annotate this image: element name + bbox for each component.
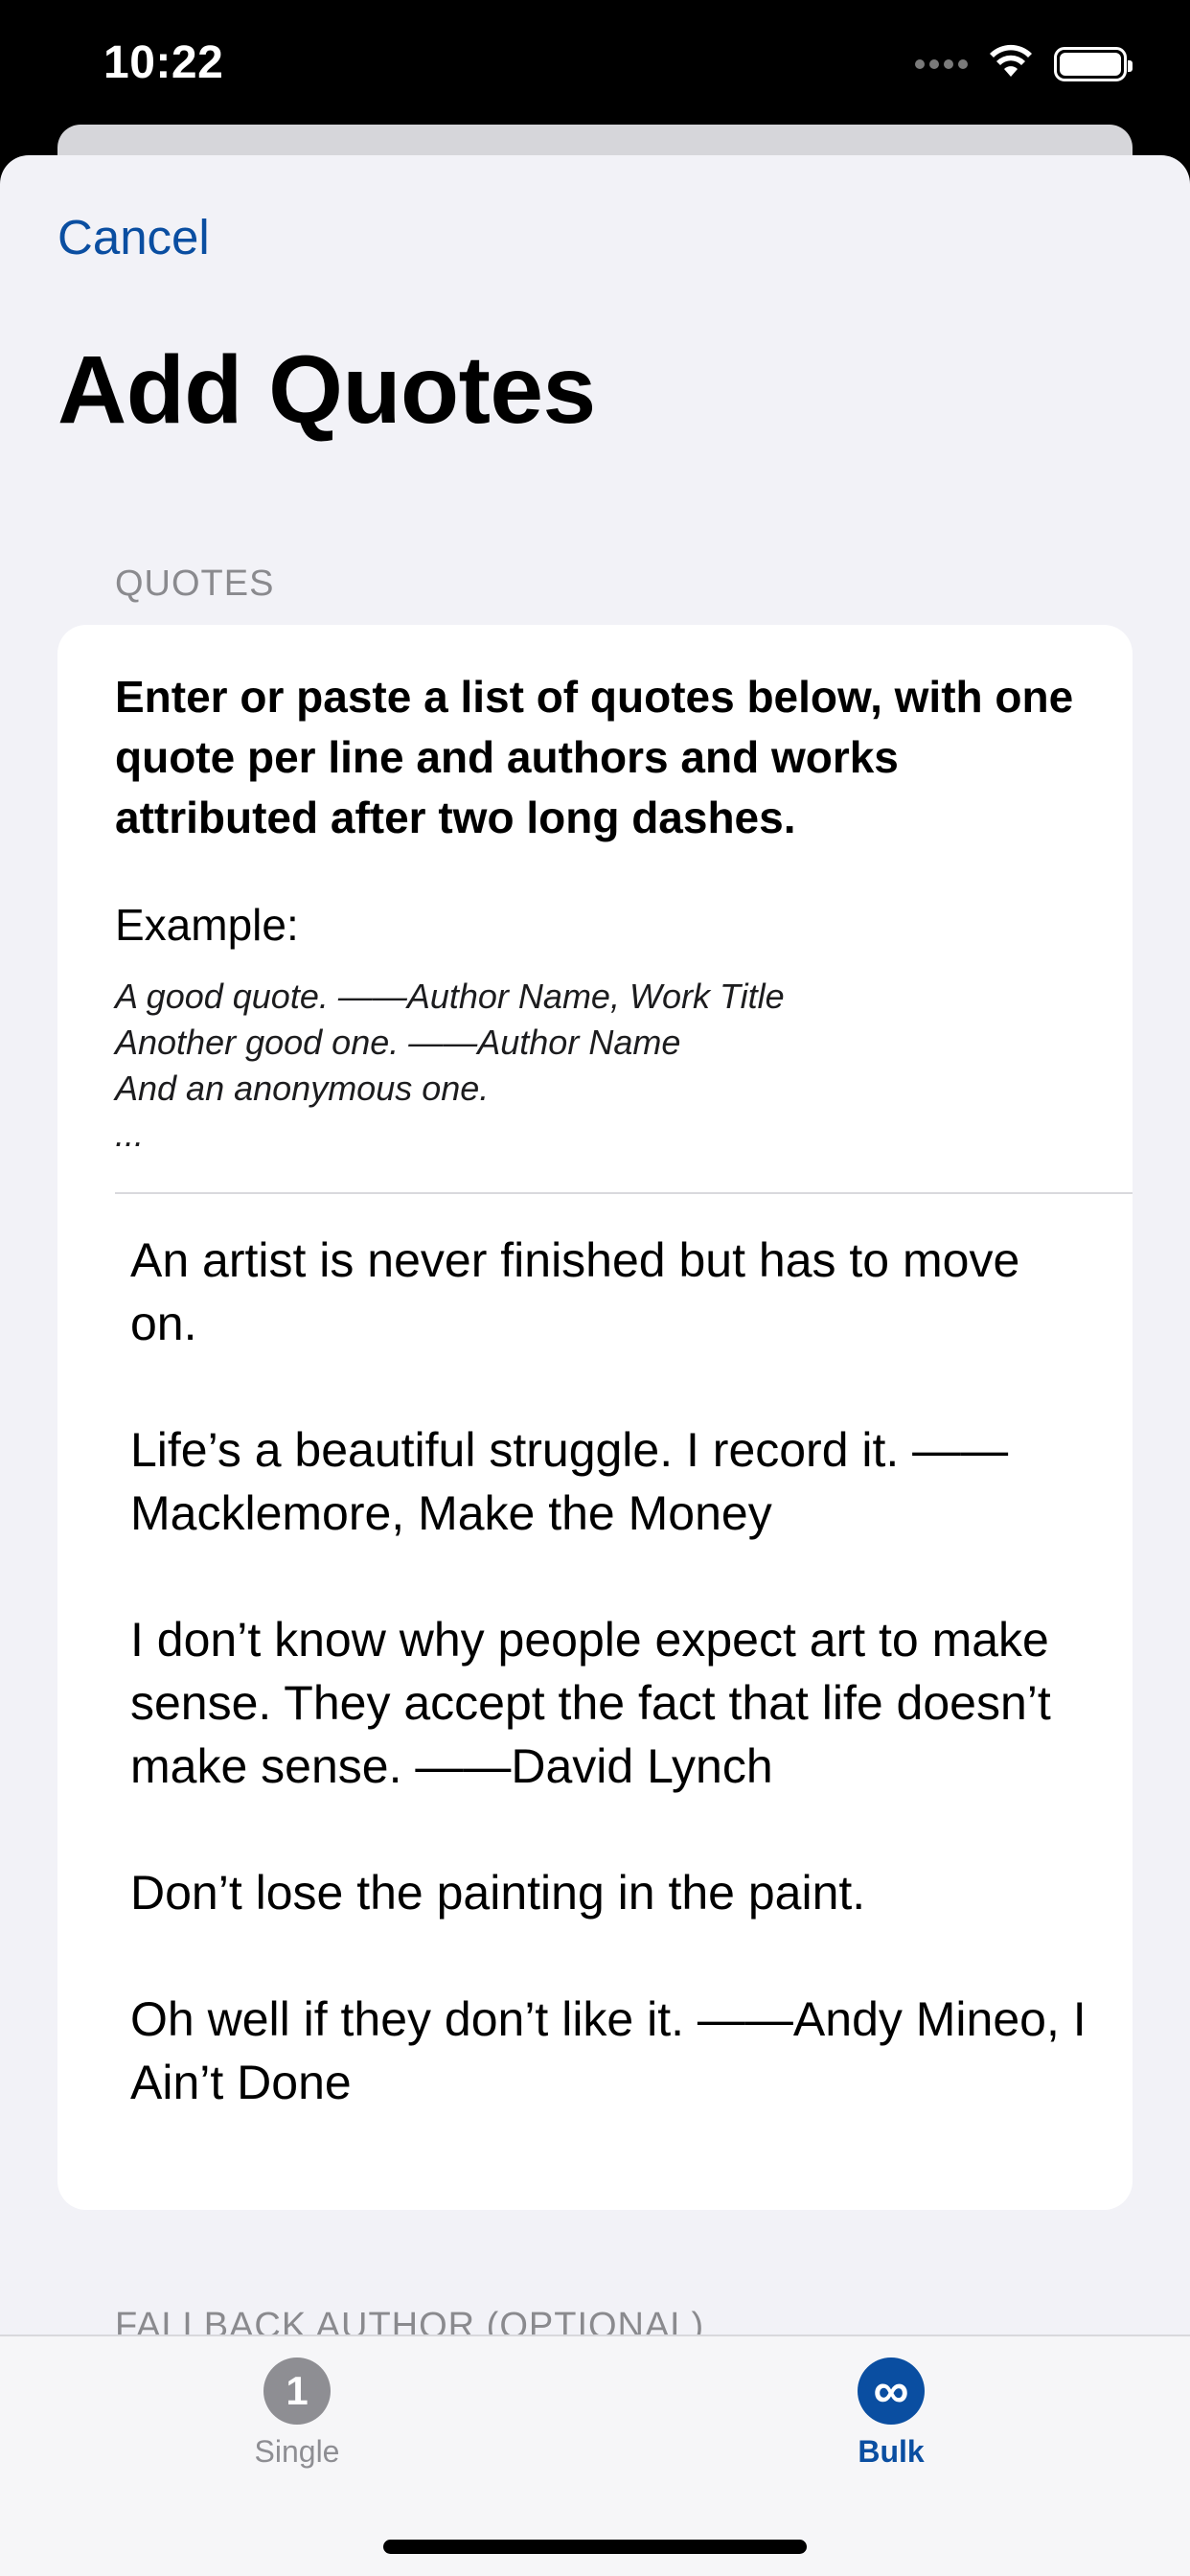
example-line: And an anonymous one. [115,1069,490,1108]
status-icons [915,44,1133,83]
quote-entry: Life’s a beautiful struggle. I record it… [130,1423,1009,1540]
example-line: Another good one. ——Author Name [115,1023,681,1062]
status-bar: 10:22 [0,0,1190,134]
wifi-icon [989,44,1033,83]
battery-icon [1054,46,1133,81]
tab-single[interactable]: 1 Single [192,2358,402,2470]
home-indicator [383,2540,807,2554]
instructions-text: Enter or paste a list of quotes below, w… [115,672,1074,842]
quote-entry: Don’t lose the painting in the paint. [130,1866,866,1920]
signal-icon [915,58,968,69]
quotes-text-area[interactable]: An artist is never finished but has to m… [130,1229,1088,2196]
infinity-icon: ∞ [858,2358,925,2425]
status-time: 10:22 [103,37,224,88]
example-label: Example: [115,900,299,950]
divider [115,1192,1133,1194]
quotes-card: Enter or paste a list of quotes below, w… [57,625,1133,2210]
example-line: A good quote. ——Author Name, Work Title [115,977,785,1016]
quote-entry: An artist is never finished but has to m… [130,1233,1020,1350]
example-lines: A good quote. ——Author Name, Work Title … [115,974,785,1158]
quote-entry: Oh well if they don’t like it. ——Andy Mi… [130,1992,1087,2109]
tab-label: Bulk [858,2434,925,2469]
add-quotes-sheet: Cancel Add Quotes QUOTES Enter or paste … [0,155,1190,2576]
example-line: ... [115,1115,145,1154]
quotes-section-header: QUOTES [115,564,275,604]
tab-label: Single [254,2434,340,2469]
tab-bulk[interactable]: ∞ Bulk [786,2358,996,2470]
quote-entry: I don’t know why people expect art to ma… [130,1613,1051,1793]
single-number-icon: 1 [263,2358,331,2425]
page-title: Add Quotes [57,336,596,444]
cancel-button[interactable]: Cancel [57,209,210,265]
